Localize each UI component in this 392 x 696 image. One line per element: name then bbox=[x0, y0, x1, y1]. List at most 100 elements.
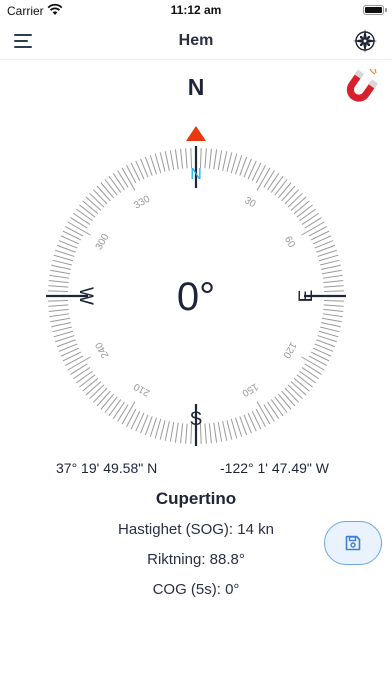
compass-tick bbox=[180, 423, 184, 444]
compass-tick bbox=[55, 335, 75, 343]
battery-tip bbox=[385, 8, 387, 12]
battery-icon bbox=[363, 5, 384, 15]
compass-tick bbox=[208, 148, 212, 169]
compass-tick bbox=[290, 196, 307, 211]
compass-tick bbox=[263, 404, 275, 422]
compass-tick bbox=[217, 150, 223, 171]
compass-tick bbox=[226, 152, 233, 172]
west-marker-label: W bbox=[75, 287, 96, 305]
compass-tick bbox=[304, 363, 322, 375]
compass-tick bbox=[299, 208, 317, 222]
compass-tick bbox=[251, 410, 262, 430]
compass-tick bbox=[317, 249, 337, 257]
compass-tick bbox=[222, 421, 228, 441]
app-screen: Carrier 11:12 am Hem N N S E W 30 60 120… bbox=[0, 0, 392, 696]
compass-tick bbox=[67, 356, 91, 371]
longitude-value: -122° 1' 47.49" W bbox=[220, 460, 329, 476]
compass-tick bbox=[256, 401, 271, 425]
compass-tick bbox=[96, 390, 111, 407]
compass-tick bbox=[55, 249, 75, 257]
compass-tick bbox=[48, 285, 69, 288]
compass-tick bbox=[308, 355, 327, 366]
compass-tick bbox=[73, 212, 91, 225]
compass-tick bbox=[301, 356, 325, 371]
latitude-value: 37° 19' 49.58" N bbox=[56, 460, 158, 476]
degree-label: 330 bbox=[132, 193, 152, 211]
compass-tick bbox=[287, 384, 303, 400]
magnet-icon[interactable] bbox=[340, 68, 380, 108]
compass-tick bbox=[293, 377, 310, 392]
compass-tick bbox=[92, 387, 108, 403]
compass-tick bbox=[65, 355, 84, 366]
heading-value: 0° bbox=[177, 275, 215, 319]
compass-tick bbox=[320, 326, 340, 333]
status-bar: Carrier 11:12 am bbox=[0, 0, 392, 22]
compass-tick bbox=[267, 173, 280, 191]
compass-tick bbox=[52, 326, 72, 333]
compass-tick bbox=[169, 421, 175, 442]
compass-tick bbox=[323, 290, 344, 293]
compass-tick bbox=[270, 175, 284, 193]
compass-tick bbox=[321, 269, 342, 275]
compass-tick bbox=[318, 254, 339, 262]
compass-tick bbox=[310, 351, 330, 362]
page-title: Hem bbox=[178, 32, 214, 49]
compass-tick bbox=[53, 330, 74, 338]
compass-tick bbox=[51, 264, 71, 270]
compass-tick bbox=[323, 280, 344, 284]
compass-tick bbox=[310, 230, 330, 241]
compass-tick bbox=[73, 367, 91, 380]
compass-tick bbox=[230, 418, 238, 439]
compass-tick bbox=[117, 404, 129, 422]
compass-tick bbox=[48, 280, 69, 284]
compass-tick bbox=[100, 182, 115, 199]
compass-tick bbox=[308, 226, 327, 237]
compass-tick bbox=[121, 167, 136, 191]
save-button[interactable] bbox=[324, 521, 382, 565]
compass-tick bbox=[255, 165, 266, 184]
compass-tick bbox=[251, 162, 262, 182]
compass-tick bbox=[169, 150, 175, 171]
east-marker-label: E bbox=[296, 290, 317, 303]
compass-tick bbox=[112, 401, 125, 419]
compass-tick bbox=[321, 322, 341, 328]
compass-tick bbox=[323, 285, 344, 288]
degree-label: 240 bbox=[93, 340, 111, 360]
compass-tick bbox=[51, 322, 71, 328]
compass-tick bbox=[270, 399, 284, 417]
compass-tick bbox=[293, 200, 310, 215]
compass-tick bbox=[277, 182, 292, 199]
compass-rose-icon[interactable] bbox=[352, 28, 378, 54]
compass-tick bbox=[85, 196, 102, 211]
compass-tick bbox=[159, 420, 166, 440]
compass-tick bbox=[70, 363, 88, 375]
compass-tick bbox=[301, 367, 319, 380]
compass-tick bbox=[213, 149, 218, 170]
compass-tick bbox=[263, 170, 275, 188]
compass-tick bbox=[79, 374, 96, 388]
compass-tick bbox=[323, 308, 344, 312]
compass-tick bbox=[89, 384, 105, 400]
place-name: Cupertino bbox=[155, 489, 237, 508]
compass-tick bbox=[296, 374, 313, 388]
compass-tick bbox=[267, 401, 280, 419]
compass-tick bbox=[48, 308, 69, 312]
compass-tick bbox=[174, 422, 179, 443]
compass-tick bbox=[164, 421, 170, 441]
compass-tick bbox=[62, 230, 82, 241]
compass-tick bbox=[320, 259, 340, 266]
compass-tick bbox=[130, 410, 141, 430]
compass-tick bbox=[281, 390, 296, 407]
compass-tick bbox=[213, 422, 218, 443]
compass-tick bbox=[53, 254, 74, 262]
compass-tick bbox=[48, 290, 69, 293]
compass-tick bbox=[126, 165, 137, 184]
compass-tick bbox=[126, 408, 137, 427]
compass-tick bbox=[230, 153, 238, 174]
degree-label: 60 bbox=[282, 235, 297, 251]
heading-indicator-triangle bbox=[186, 126, 206, 141]
compass-tick bbox=[323, 304, 344, 307]
compass-tick bbox=[318, 330, 339, 338]
compass-tick bbox=[185, 423, 188, 444]
compass-tick bbox=[174, 149, 179, 170]
